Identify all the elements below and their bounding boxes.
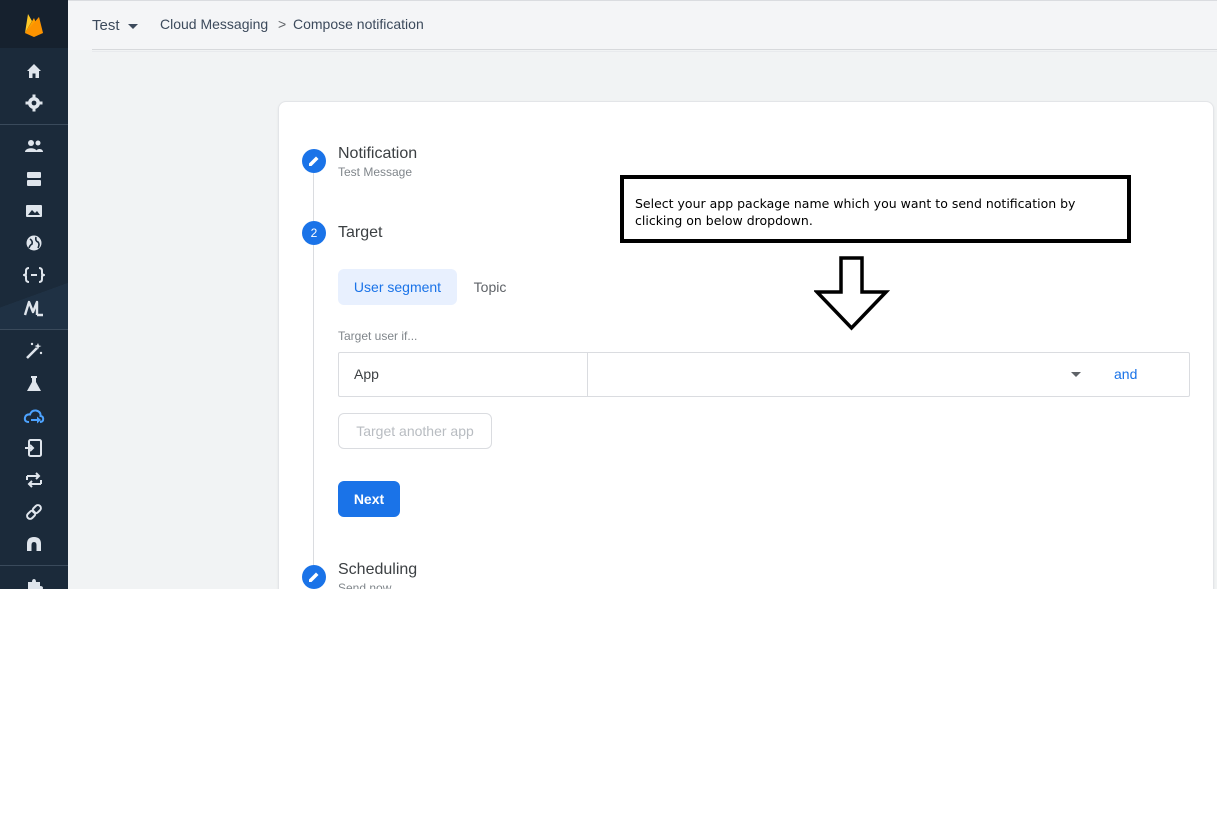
cloud-messaging-icon[interactable] <box>22 405 46 429</box>
screenshot-viewport: Test Cloud Messaging > Compose notificat… <box>0 0 1217 589</box>
app-package-dropdown[interactable] <box>589 353 1089 396</box>
gear-icon[interactable] <box>22 91 46 115</box>
step-subtitle-scheduling: Send now <box>338 581 392 589</box>
breadcrumb-compose-notification: Compose notification <box>293 16 424 32</box>
target-user-label: Target user if... <box>338 329 418 343</box>
breadcrumb-cloud-messaging[interactable]: Cloud Messaging <box>160 16 268 32</box>
magic-wand-icon[interactable] <box>22 339 46 363</box>
annotation-callout: Select your app package name which you w… <box>620 175 1131 243</box>
remote-config-icon[interactable] <box>22 468 46 492</box>
annotation-text: Select your app package name which you w… <box>635 196 1076 228</box>
top-header: Test Cloud Messaging > Compose notificat… <box>68 0 1217 52</box>
users-icon[interactable] <box>22 134 46 158</box>
and-button[interactable]: and <box>1114 366 1137 382</box>
home-icon[interactable] <box>22 59 46 83</box>
database-icon[interactable] <box>22 167 46 191</box>
project-selector-label[interactable]: Test <box>92 17 120 34</box>
image-icon[interactable] <box>22 199 46 223</box>
in-app-messaging-icon[interactable] <box>22 436 46 460</box>
extensions-icon[interactable] <box>22 575 46 589</box>
stepper-line <box>313 173 314 221</box>
next-button[interactable]: Next <box>338 481 400 517</box>
firebase-logo-icon[interactable] <box>0 0 68 48</box>
tab-user-segment[interactable]: User segment <box>338 269 457 305</box>
dropdown-arrow-icon[interactable] <box>1071 372 1081 377</box>
breadcrumb-separator-icon: > <box>278 16 287 32</box>
target-condition-row: App and <box>338 352 1190 397</box>
sidebar-divider <box>0 329 68 330</box>
tab-topic[interactable]: Topic <box>460 269 520 305</box>
step-title-notification[interactable]: Notification <box>338 145 417 163</box>
app-cell-label: App <box>339 353 588 396</box>
header-divider <box>92 49 1217 50</box>
flask-icon[interactable] <box>22 372 46 396</box>
step-title-target: Target <box>338 224 383 241</box>
sidebar <box>0 0 68 589</box>
chevron-down-icon[interactable] <box>128 24 138 29</box>
down-arrow-icon <box>814 256 890 331</box>
globe-icon[interactable] <box>22 231 46 255</box>
pencil-icon[interactable] <box>302 565 326 589</box>
stepper-line <box>313 245 314 565</box>
sidebar-divider <box>0 565 68 566</box>
header-divider <box>92 51 1217 52</box>
link-icon[interactable] <box>22 500 46 524</box>
step-subtitle-notification: Test Message <box>338 165 413 179</box>
functions-icon[interactable] <box>22 263 46 287</box>
ml-icon[interactable] <box>22 296 46 320</box>
step-title-scheduling[interactable]: Scheduling <box>338 561 417 579</box>
sidebar-divider <box>0 124 68 125</box>
target-another-app-button[interactable]: Target another app <box>338 413 492 449</box>
step-number-target: 2 <box>302 221 326 245</box>
analytics-icon[interactable] <box>22 532 46 556</box>
pencil-icon[interactable] <box>302 149 326 173</box>
